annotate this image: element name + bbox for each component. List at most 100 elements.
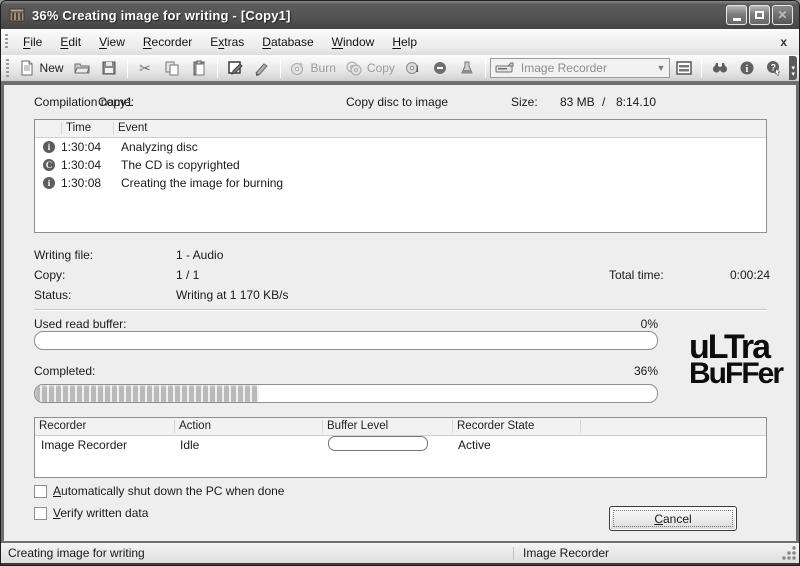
status-bar: Creating image for writing Image Recorde… <box>1 541 799 565</box>
event-list[interactable]: Time Event i1:30:04Analyzing disc C 1:30:0… <box>34 119 767 233</box>
toolbar-overflow-chevron[interactable]: ▾▾ <box>789 56 797 80</box>
info-button[interactable]: i <box>733 58 760 79</box>
medium-info-button[interactable] <box>670 58 697 79</box>
section-divider <box>34 309 767 311</box>
menu-item-view[interactable]: View <box>90 31 134 53</box>
ultrabuffer-logo: uLTra BuFFer <box>689 334 782 386</box>
cut-scissors-icon: ✂ <box>137 60 154 77</box>
burn-button-label: Burn <box>311 61 336 75</box>
menu-bar: FileEditViewRecorderExtrasDatabaseWindow… <box>1 29 799 55</box>
recorder-select[interactable]: Image Recorder ▼ <box>490 58 670 78</box>
menu-item-edit[interactable]: Edit <box>51 31 90 53</box>
column-header-recorder[interactable]: Recorder <box>35 420 174 433</box>
info-circle-icon: i <box>738 60 755 77</box>
event-time: 1:30:04 <box>61 158 113 172</box>
verify-checkbox-box[interactable] <box>34 507 47 520</box>
new-compilation-button[interactable]: New <box>14 58 69 79</box>
statusbar-activity-text: Creating image for writing <box>8 546 145 560</box>
menu-item-window[interactable]: Window <box>323 31 384 53</box>
cover-designer-button[interactable] <box>454 58 481 79</box>
size-value: 83 MB <box>560 95 595 109</box>
event-time: 1:30:08 <box>61 176 113 190</box>
action-cell: Idle <box>174 438 322 452</box>
shutdown-checkbox-box[interactable] <box>34 485 47 498</box>
completed-percent: 36% <box>634 364 658 378</box>
menubar-grip-handle[interactable] <box>5 34 8 50</box>
open-folder-icon <box>74 60 91 77</box>
buffer-level-cell <box>322 436 452 454</box>
cut-button[interactable]: ✂ <box>132 58 159 79</box>
tools-button[interactable] <box>249 58 276 79</box>
shutdown-checkbox[interactable]: Automatically shut down the PC when done <box>34 484 284 498</box>
copy-disc-button[interactable]: Copy <box>341 58 400 79</box>
column-header-buffer-level[interactable]: Buffer Level <box>322 420 452 433</box>
toolbar-separator <box>701 58 702 78</box>
total-time-label: Total time: <box>609 268 664 282</box>
chevron-down-icon: ▼ <box>656 63 665 73</box>
column-header-time[interactable]: Time <box>61 122 113 135</box>
event-row[interactable]: i1:30:04Analyzing disc <box>35 138 766 156</box>
minimize-button[interactable] <box>726 5 747 25</box>
binoculars-icon <box>711 60 728 77</box>
column-header-event[interactable]: Event <box>113 122 766 135</box>
copy-disc-button-label: Copy <box>367 61 395 75</box>
toolbar-separator <box>127 58 128 78</box>
open-button[interactable] <box>69 58 96 79</box>
edit-selection-button[interactable] <box>222 58 249 79</box>
event-row[interactable]: C 1:30:04The CD is copyrighted <box>35 156 766 174</box>
column-header-action[interactable]: Action <box>174 420 322 433</box>
event-rows: i1:30:04Analyzing disc C 1:30:04The CD is … <box>35 138 766 192</box>
new-document-icon <box>19 60 36 77</box>
copy-disc-icon <box>346 60 363 77</box>
recorder-rows: Image RecorderIdleActive <box>35 436 766 454</box>
flask-icon <box>459 60 476 77</box>
maximize-button[interactable] <box>749 5 770 25</box>
shutdown-checkbox-label: Automatically shut down the PC when done <box>53 484 284 498</box>
copy-count-value: 1 / 1 <box>176 268 199 282</box>
svg-text:i: i <box>416 64 419 74</box>
title-bar: 36% Creating image for writing - [Copy1]… <box>1 1 799 29</box>
menu-item-database[interactable]: Database <box>253 31 322 53</box>
disc-info-button[interactable]: i <box>400 58 427 79</box>
completed-fill <box>35 385 259 402</box>
verify-checkbox[interactable]: Verify written data <box>34 506 148 520</box>
svg-text:i: i <box>745 64 748 75</box>
application-window: 36% Creating image for writing - [Copy1]… <box>0 0 800 566</box>
recorder-row[interactable]: Image RecorderIdleActive <box>35 436 766 454</box>
event-time: 1:30:04 <box>61 140 113 154</box>
menu-item-file[interactable]: File <box>14 31 51 53</box>
event-row[interactable]: i1:30:08Creating the image for burning <box>35 174 766 192</box>
copy-pages-icon <box>164 60 181 77</box>
menu-item-recorder[interactable]: Recorder <box>134 31 201 53</box>
burn-button[interactable]: Burn <box>285 58 341 79</box>
recorder-table[interactable]: Recorder Action Buffer Level Recorder St… <box>34 417 767 478</box>
read-buffer-progressbar <box>34 331 658 350</box>
paste-button[interactable] <box>186 58 213 79</box>
burn-disc-icon <box>290 60 307 77</box>
save-button[interactable] <box>96 58 123 79</box>
resize-grip[interactable] <box>782 546 796 560</box>
menu-item-help[interactable]: Help <box>383 31 426 53</box>
event-text: The CD is copyrighted <box>113 158 766 172</box>
eject-minus-icon <box>432 60 449 77</box>
menu-items: FileEditViewRecorderExtrasDatabaseWindow… <box>14 31 426 53</box>
ultrabuffer-logo-line2: BuFFer <box>689 362 782 387</box>
help-button[interactable]: ? <box>760 58 787 79</box>
window-title: 36% Creating image for writing - [Copy1] <box>32 8 726 23</box>
verify-checkbox-label: Verify written data <box>53 506 148 520</box>
paste-clipboard-icon <box>191 60 208 77</box>
find-button[interactable] <box>706 58 733 79</box>
copyright-icon: C <box>43 159 55 171</box>
close-button[interactable]: ✕ <box>772 5 793 25</box>
column-header-recorder-state[interactable]: Recorder State <box>452 420 580 433</box>
toolbar-grip-handle[interactable] <box>6 59 9 77</box>
compilation-name-value: Copy1 <box>98 95 133 109</box>
statusbar-separator <box>513 547 514 560</box>
svg-text:?: ? <box>770 63 776 73</box>
mdi-close-icon[interactable]: x <box>780 35 787 49</box>
eject-button[interactable] <box>427 58 454 79</box>
menu-item-extras[interactable]: Extras <box>201 31 253 53</box>
recorder-cell: Image Recorder <box>35 438 174 452</box>
cancel-button[interactable]: Cancel <box>609 506 737 531</box>
copy-button[interactable] <box>159 58 186 79</box>
